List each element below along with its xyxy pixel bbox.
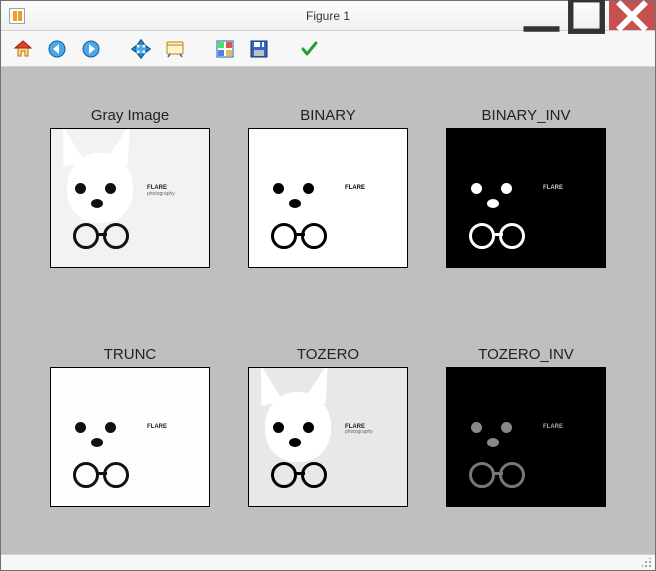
subplot-image: FLARE: [248, 128, 408, 268]
subplot-gray: Gray Image FLAREphotography: [41, 107, 219, 296]
home-icon[interactable]: [11, 37, 35, 61]
image-caption: FLAREphotography: [345, 424, 401, 436]
subplot-image: FLARE: [50, 367, 210, 507]
subplot-title: TOZERO: [297, 346, 359, 363]
window-controls: [519, 1, 655, 30]
figure-canvas: Gray Image FLAREphotography BINARY FLARE…: [1, 67, 655, 554]
image-caption: FLARE: [147, 424, 203, 431]
image-caption: FLARE: [543, 424, 599, 431]
subplot-image: FLAREphotography: [50, 128, 210, 268]
subplot-image: FLAREphotography: [248, 367, 408, 507]
subplot-binary-inv: BINARY_INV FLARE: [437, 107, 615, 296]
minimize-button[interactable]: [519, 1, 564, 30]
subplot-image: FLARE: [446, 367, 606, 507]
resize-grip-icon[interactable]: [642, 558, 652, 568]
subplot-image: FLARE: [446, 128, 606, 268]
subplot-title: TOZERO_INV: [478, 346, 574, 363]
image-caption: FLAREphotography: [147, 185, 203, 197]
subplots-icon[interactable]: [213, 37, 237, 61]
options-icon[interactable]: [297, 37, 321, 61]
subplot-title: Gray Image: [91, 107, 169, 124]
subplot-tozero: TOZERO FLAREphotography: [239, 346, 417, 535]
zoom-icon[interactable]: [163, 37, 187, 61]
subplot-trunc: TRUNC FLARE: [41, 346, 219, 535]
image-caption: FLARE: [345, 185, 401, 192]
pan-icon[interactable]: [129, 37, 153, 61]
subplot-binary: BINARY FLARE: [239, 107, 417, 296]
status-bar: [1, 554, 655, 570]
app-icon: [9, 8, 25, 24]
image-caption: FLARE: [543, 185, 599, 192]
subplot-title: TRUNC: [104, 346, 157, 363]
subplot-title: BINARY: [300, 107, 356, 124]
back-icon[interactable]: [45, 37, 69, 61]
subplot-tozero-inv: TOZERO_INV FLARE: [437, 346, 615, 535]
subplot-title: BINARY_INV: [482, 107, 571, 124]
forward-icon[interactable]: [79, 37, 103, 61]
window-titlebar: Figure 1: [1, 1, 655, 31]
save-icon[interactable]: [247, 37, 271, 61]
maximize-button[interactable]: [564, 1, 609, 30]
close-button[interactable]: [609, 1, 655, 30]
